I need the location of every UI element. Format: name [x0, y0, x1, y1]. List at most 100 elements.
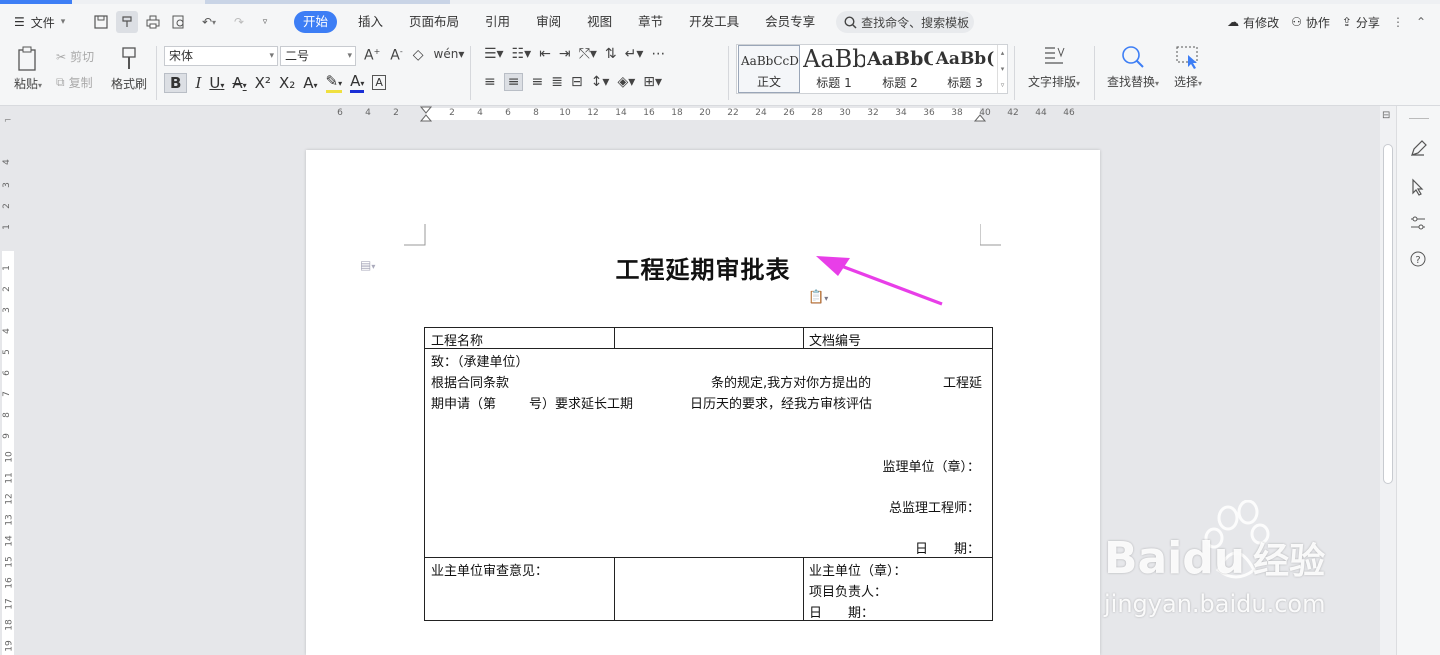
- ruler-tick-label: 28: [811, 108, 823, 118]
- paragraph-row-2: ≡ ≡ ≡ ≣ ⊟ ↕▾ ◈▾ ⊞▾: [484, 73, 662, 91]
- font-name-select[interactable]: 宋体 ▾: [164, 46, 278, 66]
- format-painter-label: 格式刷: [110, 77, 147, 91]
- decrease-indent-icon[interactable]: ⇤: [539, 46, 551, 62]
- customize-toolbar-icon[interactable]: ▿: [254, 11, 276, 33]
- tab-page-layout[interactable]: 页面布局: [396, 11, 472, 33]
- undo-icon[interactable]: ↶ ▾: [194, 11, 224, 33]
- document-title[interactable]: 工程延期审批表: [306, 250, 1100, 285]
- highlight-icon[interactable]: ✎▾: [325, 72, 343, 93]
- sort-icon[interactable]: ⇅: [605, 46, 617, 62]
- clear-format-icon[interactable]: ◇: [413, 47, 424, 64]
- increase-indent-icon[interactable]: ⇥: [559, 46, 571, 62]
- tab-insert[interactable]: 插入: [345, 11, 396, 33]
- ruler-tick-label: 2: [1, 203, 12, 209]
- find-replace-button[interactable]: 查找替换▾: [1102, 44, 1164, 90]
- command-search-box[interactable]: 查找命令、搜索模板: [836, 11, 975, 33]
- superscript-icon[interactable]: X²: [255, 74, 271, 92]
- scissors-icon: ✂: [56, 49, 67, 64]
- styles-scroll[interactable]: ▴ ▾ ▿: [997, 45, 1007, 93]
- font-size-select[interactable]: 二号 ▾: [280, 46, 356, 66]
- tab-developer[interactable]: 开发工具: [676, 11, 752, 33]
- justify-icon[interactable]: ≣: [551, 74, 563, 90]
- format-painter-button[interactable]: 格式刷: [108, 44, 150, 100]
- document-page[interactable]: ▤▾ 工程延期审批表 📋▾ 工程名称 文档编号 致：（承建单位） 根据合同条款 …: [306, 150, 1100, 655]
- format-painter-quick-icon[interactable]: [116, 11, 138, 33]
- file-menu-button[interactable]: ☰ 文件 ▾: [0, 14, 84, 31]
- tab-view[interactable]: 视图: [574, 11, 625, 33]
- ruler-tick-label: 46: [1063, 108, 1075, 118]
- italic-icon[interactable]: I: [195, 74, 201, 92]
- character-border-icon[interactable]: A: [372, 75, 386, 90]
- vertical-scrollbar[interactable]: ⊟: [1380, 106, 1396, 655]
- text-layout-button[interactable]: 文字排版▾: [1022, 44, 1086, 90]
- scroll-top-icon[interactable]: ⊟: [1382, 110, 1390, 121]
- style-heading-2[interactable]: AaBbC 标题 2: [867, 45, 933, 93]
- tab-review[interactable]: 审阅: [523, 11, 574, 33]
- ruler-tick-label: 14: [4, 535, 15, 547]
- adjust-settings-icon[interactable]: [1409, 214, 1429, 234]
- copy-button[interactable]: ⧉ 复制: [56, 74, 93, 91]
- print-icon[interactable]: [142, 11, 164, 33]
- ribbon-home: 粘贴▾ ✂ 剪切 ⧉ 复制 格式刷 宋体 ▾ 二号 ▾ A+ A- ◇ wén▾ B…: [0, 40, 1440, 106]
- edit-pen-icon[interactable]: [1409, 140, 1429, 160]
- numbered-list-icon[interactable]: ☷▾: [512, 46, 532, 62]
- style-normal[interactable]: AaBbCcDd 正文: [738, 45, 800, 93]
- cursor-select-icon[interactable]: [1409, 178, 1429, 198]
- horizontal-ruler[interactable]: 6 4 2 2 4 6 8 10 12 14 16 18 20 22 24 26 28 30 32 34 36 38 40 4…: [0, 106, 1380, 123]
- tab-member[interactable]: 会员专享: [752, 11, 828, 33]
- text-effect-icon[interactable]: A▾: [303, 74, 317, 92]
- copy-icon: ⧉: [56, 75, 65, 89]
- share-button[interactable]: ⇪ 分享: [1342, 14, 1380, 31]
- cut-button[interactable]: ✂ 剪切: [56, 48, 94, 65]
- collapse-ribbon-icon[interactable]: ⌃: [1416, 15, 1426, 29]
- ruler-tick-label: 3: [1, 182, 12, 188]
- modified-status-button[interactable]: ☁ 有修改: [1227, 14, 1279, 31]
- chinese-layout-icon[interactable]: ⤲▾: [579, 46, 597, 62]
- scrollbar-thumb[interactable]: [1383, 144, 1393, 484]
- ruler-tick-label: 42: [1007, 108, 1019, 118]
- strikethrough-icon[interactable]: A▾: [232, 74, 246, 92]
- line-break-icon[interactable]: ↵▾: [625, 46, 644, 62]
- borders-icon[interactable]: ⊞▾: [643, 74, 662, 90]
- indent-marker-icon[interactable]: [420, 106, 432, 122]
- phonetic-guide-icon[interactable]: wén▾: [434, 47, 465, 64]
- tab-section[interactable]: 章节: [625, 11, 676, 33]
- approval-table[interactable]: 工程名称 文档编号 致：（承建单位） 根据合同条款 条的规定,我方对你方提出的 …: [424, 327, 993, 621]
- shading-icon[interactable]: ◈▾: [617, 74, 635, 90]
- ruler-tick-label: 2: [1, 286, 12, 292]
- line-spacing-icon[interactable]: ↕▾: [591, 74, 610, 90]
- collaborate-button[interactable]: ⚇ 协作: [1291, 14, 1330, 31]
- style-heading-1[interactable]: AaBb 标题 1: [803, 45, 865, 93]
- paste-button[interactable]: 粘贴▾: [10, 44, 46, 100]
- select-button[interactable]: 选择▾: [1168, 44, 1208, 90]
- align-right-icon[interactable]: ≡: [531, 74, 543, 90]
- style-heading-3[interactable]: AaBb( 标题 3: [935, 45, 995, 93]
- subscript-icon[interactable]: X₂: [279, 74, 295, 92]
- tab-references[interactable]: 引用: [472, 11, 523, 33]
- align-center-icon[interactable]: ≡: [503, 73, 524, 91]
- vertical-ruler[interactable]: 4 3 2 1 1 2 3 4 5 6 7 8 9 10 11 12 13 14 15 16 17 18 19: [0, 123, 16, 655]
- table-rule: [803, 328, 804, 349]
- save-icon[interactable]: [90, 11, 112, 33]
- font-color-icon[interactable]: A▾: [350, 72, 365, 93]
- table-rule: [614, 328, 615, 349]
- underline-icon[interactable]: U▾: [209, 74, 224, 92]
- redo-icon[interactable]: ↷: [228, 11, 250, 33]
- tab-home[interactable]: 开始: [294, 11, 338, 33]
- font-name-value: 宋体: [169, 49, 194, 63]
- date-label: 日 期：: [914, 542, 980, 557]
- help-icon[interactable]: ?: [1409, 250, 1429, 270]
- style-preview: AaBbCcDd: [741, 54, 800, 68]
- ruler-tick-label: 8: [533, 108, 539, 118]
- print-preview-icon[interactable]: [168, 11, 190, 33]
- distributed-icon[interactable]: ⊟: [571, 74, 583, 90]
- show-marks-icon[interactable]: ⋯: [651, 46, 665, 62]
- more-options-icon[interactable]: ⋮: [1392, 15, 1404, 29]
- grow-font-icon[interactable]: A+: [364, 47, 380, 64]
- bold-icon[interactable]: B: [164, 72, 188, 93]
- bullet-list-icon[interactable]: ☰▾: [484, 46, 504, 62]
- ruler-tick-label: 3: [1, 307, 12, 313]
- align-left-icon[interactable]: ≡: [484, 74, 496, 90]
- paste-label: 粘贴: [13, 77, 38, 91]
- shrink-font-icon[interactable]: A-: [390, 47, 402, 64]
